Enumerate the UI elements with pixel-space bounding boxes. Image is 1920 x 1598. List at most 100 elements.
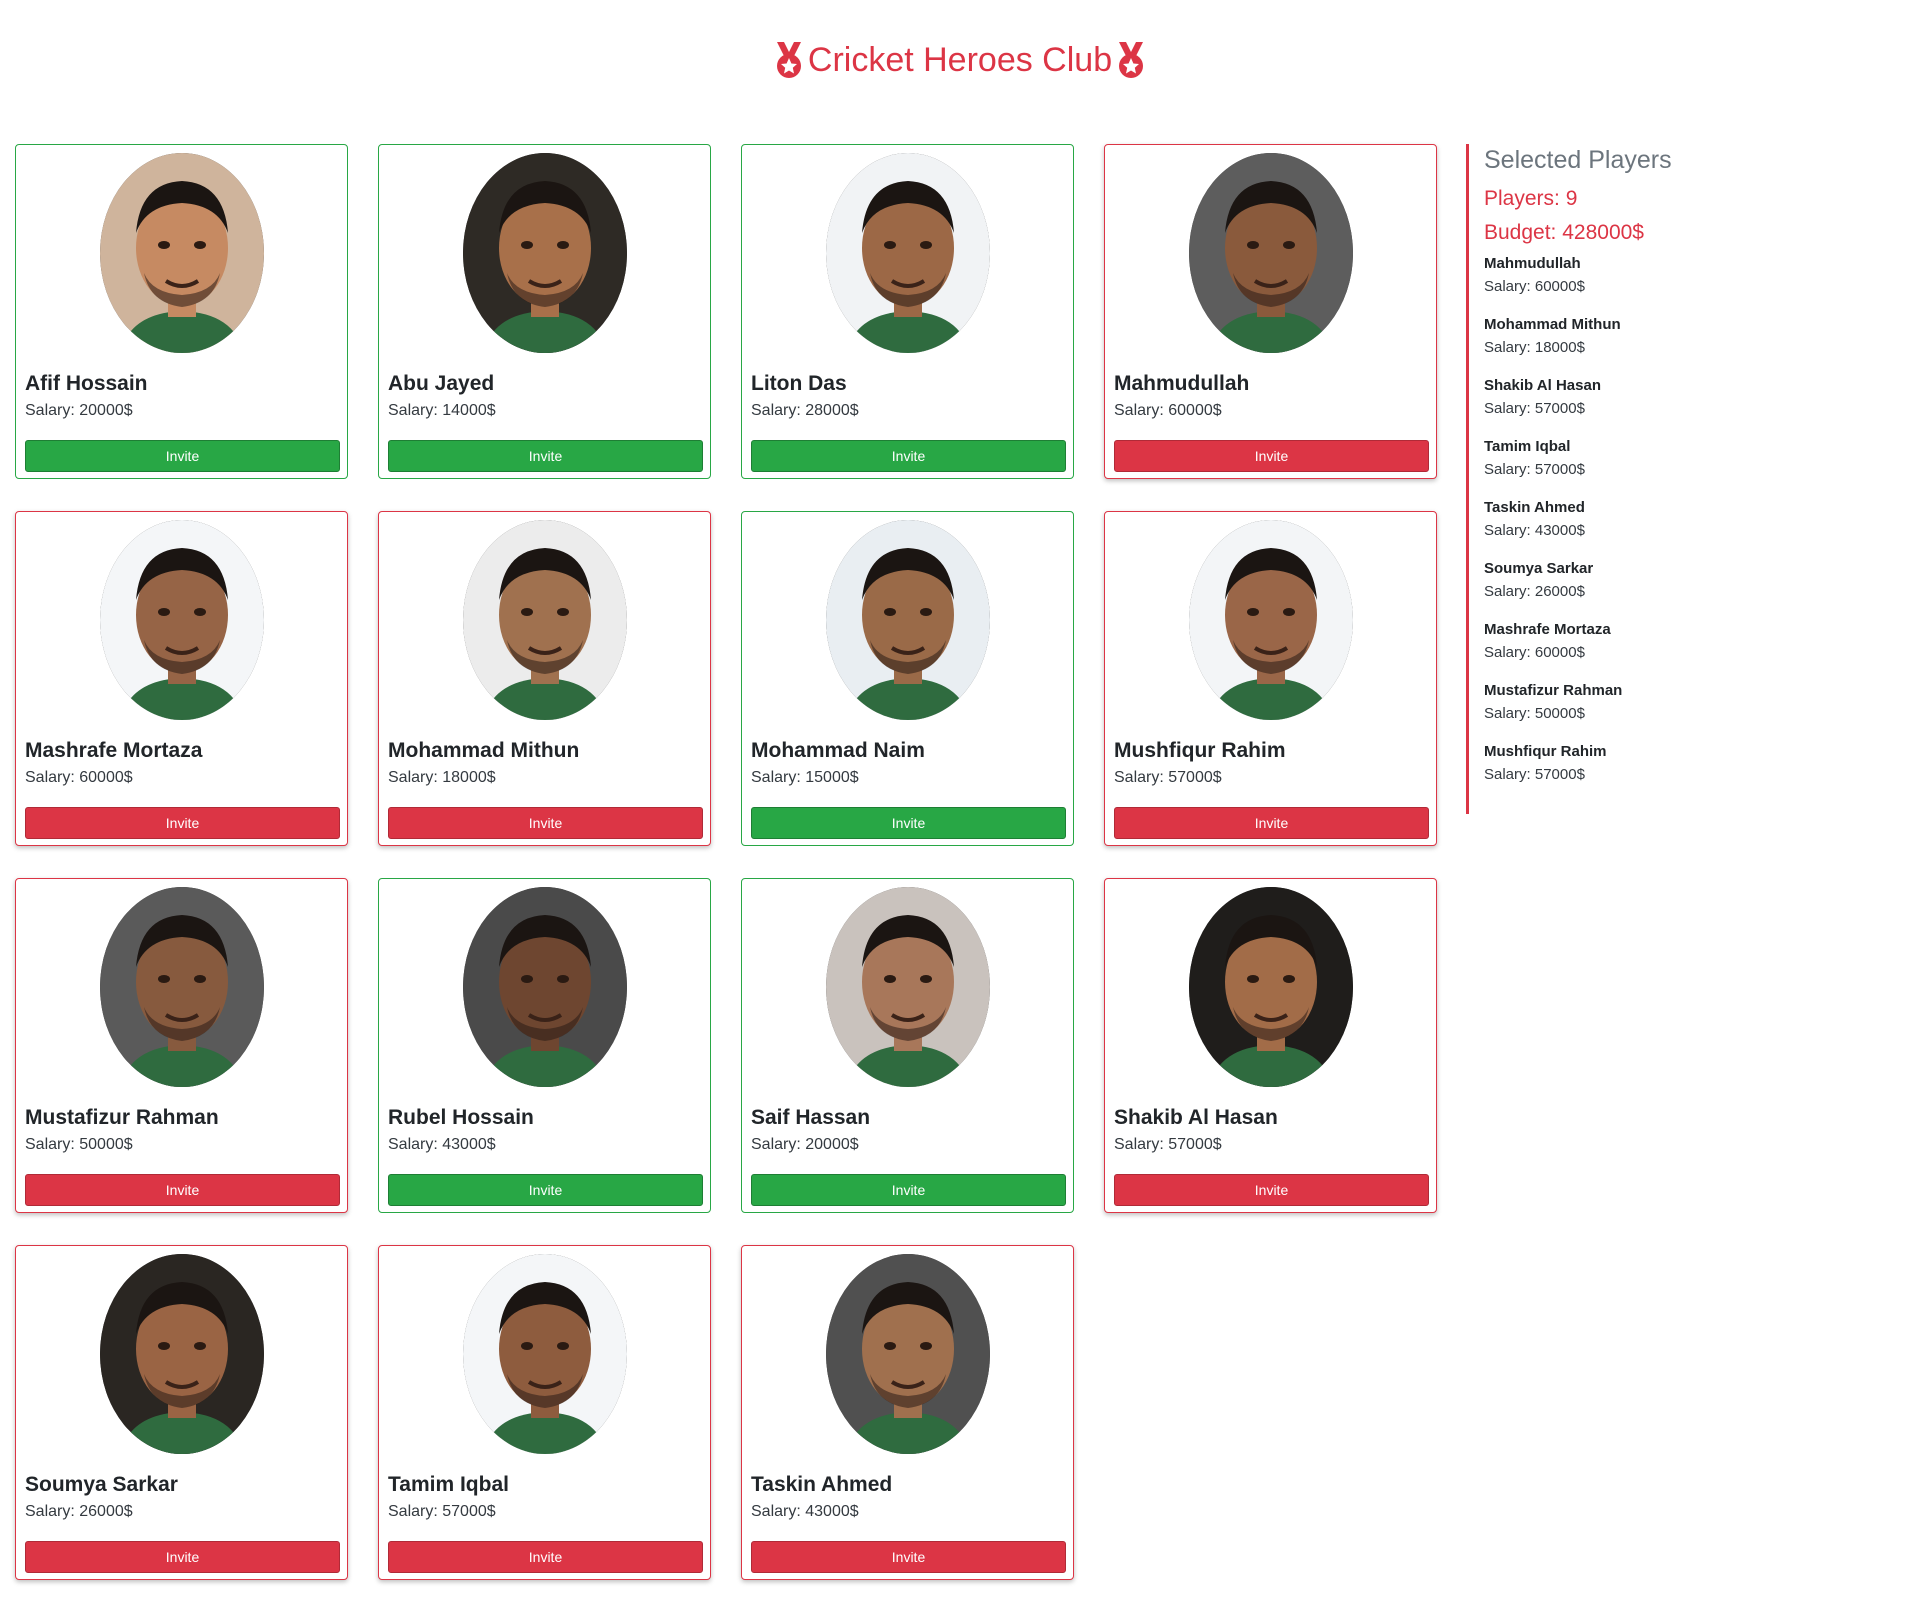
player-name: Tamim Iqbal bbox=[388, 1473, 509, 1496]
selected-player-salary: Salary: 57000$ bbox=[1484, 461, 1585, 478]
player-photo bbox=[826, 153, 990, 353]
selected-player-name: Mustafizur Rahman bbox=[1484, 682, 1623, 699]
player-salary: Salary: 26000$ bbox=[25, 1503, 133, 1520]
invite-button[interactable]: Invite bbox=[388, 807, 703, 839]
selected-player-item: Tamim Iqbal Salary: 57000$ bbox=[1484, 438, 1886, 478]
selected-player-item: Mushfiqur Rahim Salary: 57000$ bbox=[1484, 743, 1886, 783]
selected-player-name: Mohammad Mithun bbox=[1484, 316, 1621, 333]
player-photo bbox=[463, 520, 627, 720]
player-photo bbox=[100, 520, 264, 720]
selected-player-item: Taskin Ahmed Salary: 43000$ bbox=[1484, 499, 1886, 539]
invite-button[interactable]: Invite bbox=[1114, 807, 1429, 839]
player-photo bbox=[463, 153, 627, 353]
player-photo bbox=[826, 520, 990, 720]
player-name: Saif Hassan bbox=[751, 1106, 871, 1129]
player-salary: Salary: 57000$ bbox=[1114, 769, 1222, 786]
medal-icon bbox=[1119, 42, 1144, 78]
selected-player-salary: Salary: 26000$ bbox=[1484, 583, 1585, 600]
player-name: Mohammad Naim bbox=[751, 739, 925, 762]
players-count: Players: 9 bbox=[1484, 187, 1578, 210]
player-photo bbox=[100, 1254, 264, 1454]
player-salary: Salary: 20000$ bbox=[751, 1136, 859, 1153]
player-name: Mashrafe Mortaza bbox=[25, 739, 203, 762]
invite-button[interactable]: Invite bbox=[388, 440, 703, 472]
player-card: Mashrafe Mortaza Salary: 60000$ Invite bbox=[15, 511, 348, 846]
page-header: Cricket Heroes Club bbox=[0, 40, 1920, 85]
player-name: Mohammad Mithun bbox=[388, 739, 580, 762]
selected-player-salary: Salary: 57000$ bbox=[1484, 400, 1585, 417]
invite-button[interactable]: Invite bbox=[25, 807, 340, 839]
player-photo bbox=[100, 887, 264, 1087]
selected-player-salary: Salary: 60000$ bbox=[1484, 278, 1585, 295]
player-salary: Salary: 28000$ bbox=[751, 402, 859, 419]
player-card: Mustafizur Rahman Salary: 50000$ Invite bbox=[15, 878, 348, 1213]
selected-players-list: Mahmudullah Salary: 60000$ Mohammad Mithun… bbox=[1484, 255, 1886, 783]
player-photo bbox=[100, 153, 264, 353]
selected-player-name: Mashrafe Mortaza bbox=[1484, 621, 1611, 638]
invite-button[interactable]: Invite bbox=[25, 440, 340, 472]
selected-player-salary: Salary: 60000$ bbox=[1484, 644, 1585, 661]
player-salary: Salary: 20000$ bbox=[25, 402, 133, 419]
player-salary: Salary: 43000$ bbox=[388, 1136, 496, 1153]
player-photo bbox=[463, 1254, 627, 1454]
page-title-text: Cricket Heroes Club bbox=[807, 40, 1113, 79]
player-name: Mustafizur Rahman bbox=[25, 1106, 219, 1129]
player-salary: Salary: 43000$ bbox=[751, 1503, 859, 1520]
selected-player-salary: Salary: 57000$ bbox=[1484, 766, 1585, 783]
selected-players-title: Selected Players bbox=[1484, 146, 1672, 174]
selected-player-item: Shakib Al Hasan Salary: 57000$ bbox=[1484, 377, 1886, 417]
selected-player-item: Mahmudullah Salary: 60000$ bbox=[1484, 255, 1886, 295]
selected-player-name: Taskin Ahmed bbox=[1484, 499, 1585, 516]
player-card: Abu Jayed Salary: 14000$ Invite bbox=[378, 144, 711, 479]
invite-button[interactable]: Invite bbox=[751, 1541, 1066, 1573]
player-card: Shakib Al Hasan Salary: 57000$ Invite bbox=[1104, 878, 1437, 1213]
player-card: Tamim Iqbal Salary: 57000$ Invite bbox=[378, 1245, 711, 1580]
player-salary: Salary: 60000$ bbox=[1114, 402, 1222, 419]
invite-button[interactable]: Invite bbox=[1114, 440, 1429, 472]
selected-player-name: Mushfiqur Rahim bbox=[1484, 743, 1607, 760]
player-card: Saif Hassan Salary: 20000$ Invite bbox=[741, 878, 1074, 1213]
invite-button[interactable]: Invite bbox=[25, 1541, 340, 1573]
selected-player-name: Tamim Iqbal bbox=[1484, 438, 1571, 455]
player-photo bbox=[1189, 887, 1353, 1087]
selected-player-item: Mustafizur Rahman Salary: 50000$ bbox=[1484, 682, 1886, 722]
player-name: Mahmudullah bbox=[1114, 372, 1250, 395]
player-name: Soumya Sarkar bbox=[25, 1473, 178, 1496]
player-name: Shakib Al Hasan bbox=[1114, 1106, 1278, 1129]
player-salary: Salary: 57000$ bbox=[1114, 1136, 1222, 1153]
player-card: Mohammad Naim Salary: 15000$ Invite bbox=[741, 511, 1074, 846]
player-name: Afif Hossain bbox=[25, 372, 148, 395]
invite-button[interactable]: Invite bbox=[751, 440, 1066, 472]
player-photo bbox=[1189, 520, 1353, 720]
selected-player-salary: Salary: 18000$ bbox=[1484, 339, 1585, 356]
player-card: Mushfiqur Rahim Salary: 57000$ Invite bbox=[1104, 511, 1437, 846]
invite-button[interactable]: Invite bbox=[751, 1174, 1066, 1206]
player-name: Liton Das bbox=[751, 372, 847, 395]
selected-player-name: Shakib Al Hasan bbox=[1484, 377, 1601, 394]
player-card: Mahmudullah Salary: 60000$ Invite bbox=[1104, 144, 1437, 479]
player-name: Taskin Ahmed bbox=[751, 1473, 893, 1496]
player-photo bbox=[826, 887, 990, 1087]
selected-player-item: Mashrafe Mortaza Salary: 60000$ bbox=[1484, 621, 1886, 661]
invite-button[interactable]: Invite bbox=[751, 807, 1066, 839]
invite-button[interactable]: Invite bbox=[25, 1174, 340, 1206]
medal-icon bbox=[776, 42, 801, 78]
selected-player-item: Mohammad Mithun Salary: 18000$ bbox=[1484, 316, 1886, 356]
invite-button[interactable]: Invite bbox=[388, 1174, 703, 1206]
selected-player-salary: Salary: 50000$ bbox=[1484, 705, 1585, 722]
player-photo bbox=[1189, 153, 1353, 353]
player-salary: Salary: 50000$ bbox=[25, 1136, 133, 1153]
player-name: Abu Jayed bbox=[388, 372, 495, 395]
player-card: Afif Hossain Salary: 20000$ Invite bbox=[15, 144, 348, 479]
page-title: Cricket Heroes Club bbox=[772, 40, 1148, 80]
invite-button[interactable]: Invite bbox=[1114, 1174, 1429, 1206]
invite-button[interactable]: Invite bbox=[388, 1541, 703, 1573]
player-photo bbox=[463, 887, 627, 1087]
player-name: Mushfiqur Rahim bbox=[1114, 739, 1286, 762]
player-card: Soumya Sarkar Salary: 26000$ Invite bbox=[15, 1245, 348, 1580]
selected-player-name: Mahmudullah bbox=[1484, 255, 1581, 272]
player-salary: Salary: 14000$ bbox=[388, 402, 496, 419]
player-photo bbox=[826, 1254, 990, 1454]
budget-total: Budget: 428000$ bbox=[1484, 221, 1644, 244]
selected-player-item: Soumya Sarkar Salary: 26000$ bbox=[1484, 560, 1886, 600]
